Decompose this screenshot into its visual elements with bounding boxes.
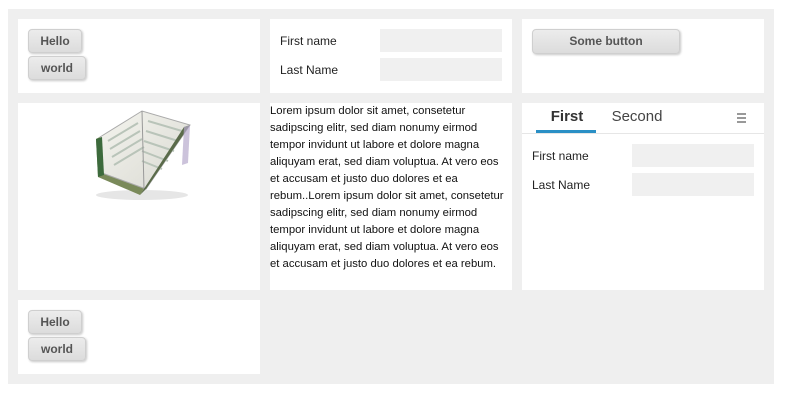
some-button[interactable]: Some button xyxy=(532,29,680,54)
lorem-paragraph: Lorem ipsum dolor sit amet, consetetur s… xyxy=(270,105,504,270)
tab-first-name-field[interactable] xyxy=(632,144,754,167)
open-book-icon xyxy=(96,110,191,200)
dashboard-grid: Hello world First name Last Name Some bu… xyxy=(8,9,774,384)
hello-button[interactable]: Hello xyxy=(28,29,82,53)
panel-image xyxy=(18,103,260,290)
world-button[interactable]: world xyxy=(28,56,86,80)
panel-tabs: First Second First name Last Name xyxy=(522,103,764,290)
tab-divider xyxy=(522,133,764,134)
panel-text: Lorem ipsum dolor sit amet, consetetur s… xyxy=(270,103,512,290)
panel-some-button: Some button xyxy=(522,19,764,93)
tab-last-name-field[interactable] xyxy=(632,173,754,196)
panel-buttons-bottom: Hello world xyxy=(18,300,260,374)
last-name-label: Last Name xyxy=(280,63,339,77)
panel-name-form: First name Last Name xyxy=(270,19,512,93)
tab-first-name-label: First name xyxy=(532,149,589,163)
tab-second[interactable]: Second xyxy=(604,108,670,128)
last-name-field[interactable] xyxy=(380,58,502,81)
tab-first[interactable]: First xyxy=(538,108,596,128)
world-button-bottom[interactable]: world xyxy=(28,337,86,361)
hello-button-bottom[interactable]: Hello xyxy=(28,310,82,334)
hamburger-menu-icon[interactable] xyxy=(737,113,746,125)
panel-buttons-top: Hello world xyxy=(18,19,260,93)
tab-last-name-label: Last Name xyxy=(532,178,591,192)
first-name-label: First name xyxy=(280,34,337,48)
first-name-field[interactable] xyxy=(380,29,502,52)
